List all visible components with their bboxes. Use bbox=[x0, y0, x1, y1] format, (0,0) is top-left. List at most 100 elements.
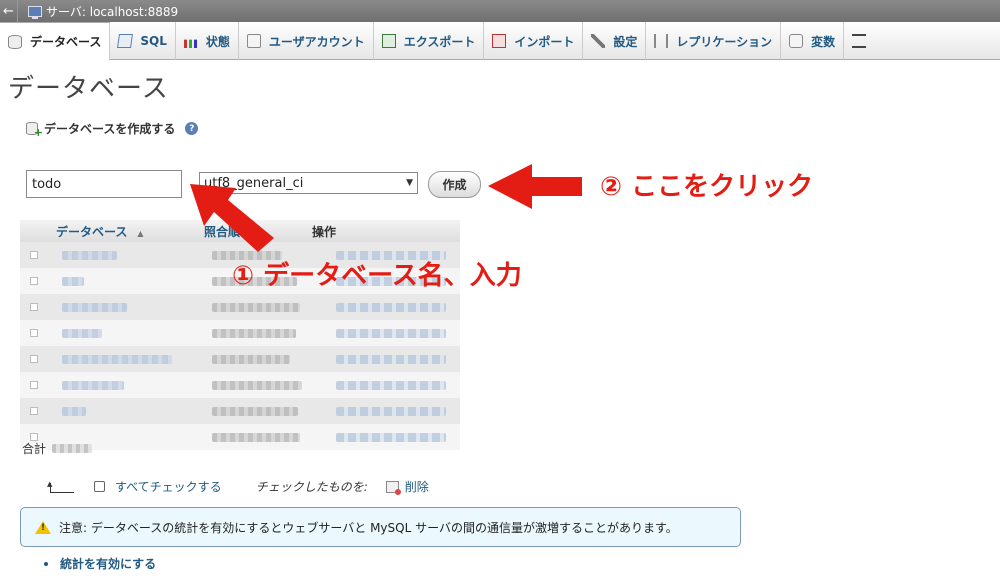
new-database-icon bbox=[26, 122, 43, 139]
row-checkbox[interactable] bbox=[30, 407, 38, 415]
database-icon bbox=[8, 34, 22, 49]
operations-redacted[interactable] bbox=[336, 380, 446, 390]
collation-redacted bbox=[212, 354, 290, 364]
tab-user-accounts[interactable]: ユーザアカウント bbox=[239, 22, 374, 60]
create-database-label: データベースを作成する bbox=[44, 122, 176, 136]
settings-icon bbox=[591, 34, 606, 48]
export-icon bbox=[381, 34, 396, 48]
row-checkbox[interactable] bbox=[30, 303, 38, 311]
header-database[interactable]: データベース ▲ bbox=[50, 223, 204, 240]
collation-redacted bbox=[212, 432, 300, 442]
collation-redacted bbox=[212, 380, 302, 390]
bullet bbox=[44, 561, 48, 566]
row-checkbox[interactable] bbox=[30, 355, 38, 363]
replication-icon bbox=[654, 34, 669, 48]
warning-icon bbox=[35, 520, 51, 534]
annotation-step-1: ① データベース名、入力 bbox=[232, 261, 522, 291]
row-checkbox[interactable] bbox=[30, 381, 38, 389]
table-header: データベース ▲ 照合順 操作 bbox=[20, 220, 460, 242]
database-name-input[interactable] bbox=[26, 170, 182, 198]
bulk-actions-row: ▲ すべてチェックする チェックしたものを: 削除 bbox=[46, 478, 429, 495]
delete-link[interactable]: 削除 bbox=[405, 478, 429, 495]
with-selected-label: チェックしたものを: bbox=[255, 480, 368, 494]
operations-redacted[interactable] bbox=[336, 406, 446, 416]
database-name-redacted[interactable] bbox=[62, 406, 86, 416]
database-name-redacted[interactable] bbox=[62, 302, 127, 312]
status-icon bbox=[183, 39, 198, 48]
tab-label: SQL bbox=[140, 34, 167, 48]
tab-label: 変数 bbox=[811, 34, 836, 49]
annotation-arrow-2 bbox=[488, 164, 582, 209]
operations-redacted[interactable] bbox=[336, 302, 446, 312]
table-row bbox=[20, 320, 460, 346]
header-collation[interactable]: 照合順 bbox=[204, 223, 312, 240]
collation-redacted bbox=[212, 302, 300, 312]
variables-icon bbox=[789, 34, 804, 48]
operations-redacted[interactable] bbox=[336, 432, 446, 442]
table-row bbox=[20, 294, 460, 320]
tab-settings[interactable]: 設定 bbox=[583, 22, 647, 60]
operations-redacted[interactable] bbox=[336, 354, 446, 364]
header-operations: 操作 bbox=[312, 224, 337, 239]
enable-stats-item: 統計を有効にする bbox=[44, 555, 156, 572]
tab-label: エクスポート bbox=[403, 34, 476, 49]
total-row: 合計 bbox=[22, 440, 93, 457]
back-arrow-icon[interactable]: ← bbox=[0, 0, 18, 22]
tab-more[interactable] bbox=[844, 22, 882, 60]
tab-label: ユーザアカウント bbox=[268, 34, 365, 49]
table-row bbox=[20, 398, 460, 424]
tab-label: 状態 bbox=[205, 34, 230, 49]
notice-box: 注意: データベースの統計を有効にするとウェブサーバと MySQL サーバの間の… bbox=[20, 507, 741, 547]
main-tab-bar: データベース SQL 状態 ユーザアカウント エクスポート インポート 設定 レ… bbox=[0, 22, 1000, 61]
table-row bbox=[20, 372, 460, 398]
tab-label: インポート bbox=[514, 34, 575, 49]
server-bar: ← サーバ: localhost:8889 bbox=[0, 0, 1000, 22]
server-breadcrumb[interactable]: サーバ: localhost:8889 bbox=[46, 3, 178, 20]
page-title: データベース bbox=[8, 74, 169, 104]
tab-label: 設定 bbox=[613, 34, 638, 49]
server-icon bbox=[28, 5, 42, 19]
notice-text: 注意: データベースの統計を有効にするとウェブサーバと MySQL サーバの間の… bbox=[59, 520, 678, 535]
operations-redacted[interactable] bbox=[336, 328, 446, 338]
tab-replication[interactable]: レプリケーション bbox=[646, 22, 782, 60]
arrow-left-up-icon: ▲ bbox=[46, 480, 76, 494]
chevron-down-icon: ▼ bbox=[406, 178, 413, 188]
database-name-redacted[interactable] bbox=[62, 380, 124, 390]
header-database-label: データベース bbox=[56, 224, 128, 239]
row-checkbox[interactable] bbox=[30, 277, 38, 285]
database-name-redacted[interactable] bbox=[62, 276, 84, 286]
table-row bbox=[20, 346, 460, 372]
collation-selected-value: utf8_general_ci bbox=[204, 175, 304, 191]
import-icon bbox=[492, 34, 507, 48]
more-menu-icon bbox=[852, 34, 867, 48]
annotation-step-2: ② ここをクリック bbox=[600, 172, 814, 202]
enable-stats-link[interactable]: 統計を有効にする bbox=[60, 555, 156, 572]
help-icon[interactable]: ? bbox=[185, 122, 199, 135]
row-checkbox[interactable] bbox=[30, 329, 38, 337]
tab-export[interactable]: エクスポート bbox=[374, 22, 485, 60]
row-checkbox[interactable] bbox=[30, 251, 38, 259]
tab-status[interactable]: 状態 bbox=[176, 22, 239, 60]
tab-databases[interactable]: データベース bbox=[0, 22, 111, 61]
collation-redacted bbox=[212, 328, 296, 338]
check-all-checkbox[interactable] bbox=[94, 481, 105, 492]
users-icon bbox=[246, 34, 261, 48]
total-value-redacted bbox=[52, 444, 93, 453]
tab-label: データベース bbox=[30, 35, 102, 49]
tab-label: レプリケーション bbox=[676, 34, 773, 49]
collation-select[interactable]: utf8_general_ci ▼ bbox=[199, 172, 418, 194]
sort-ascending-icon[interactable]: ▲ bbox=[137, 229, 143, 238]
create-database-heading: データベースを作成する ? bbox=[26, 120, 199, 139]
tab-import[interactable]: インポート bbox=[484, 22, 584, 60]
create-button[interactable]: 作成 bbox=[428, 171, 481, 198]
database-name-redacted[interactable] bbox=[62, 250, 117, 260]
tab-variables[interactable]: 変数 bbox=[781, 22, 845, 60]
check-all-link[interactable]: すべてチェックする bbox=[115, 478, 222, 495]
collation-redacted bbox=[212, 406, 298, 416]
database-name-redacted[interactable] bbox=[62, 354, 172, 364]
sql-icon bbox=[117, 34, 134, 48]
tab-sql[interactable]: SQL bbox=[110, 22, 176, 60]
total-label: 合計 bbox=[22, 442, 47, 456]
database-name-redacted[interactable] bbox=[62, 328, 102, 338]
delete-icon[interactable] bbox=[385, 480, 401, 495]
